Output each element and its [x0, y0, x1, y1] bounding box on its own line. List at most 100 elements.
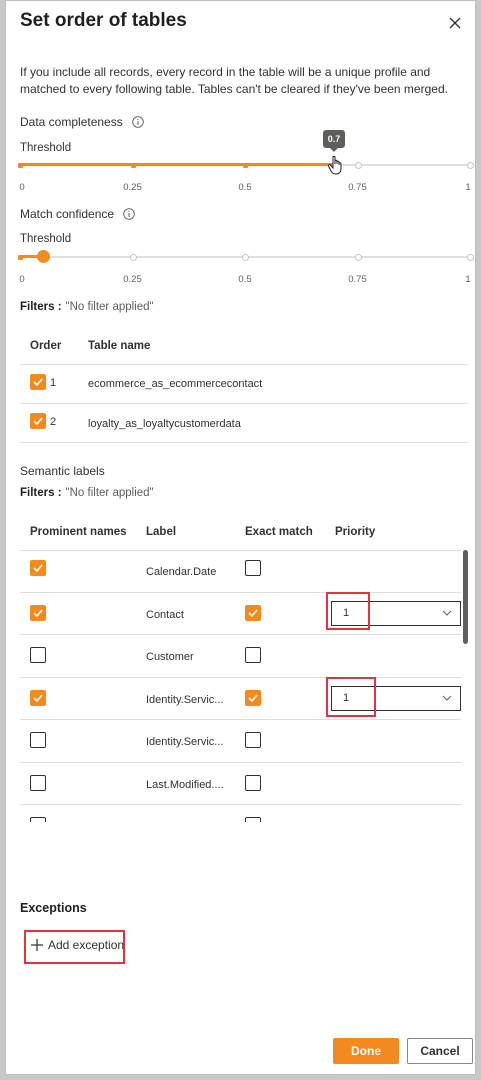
semantic-labels-heading: Semantic labels [20, 464, 105, 478]
slider-tick [18, 163, 23, 168]
semantic-row: Identity.Servic... [6, 720, 461, 763]
semantic-row: Last.Modified.... [6, 763, 461, 805]
semantic-label: Last.Modified.... [146, 778, 224, 791]
slider-tick-label: 0.25 [123, 182, 142, 193]
prominent-checkbox[interactable] [30, 647, 46, 663]
column-header-prominent-names: Prominent names [30, 526, 127, 538]
exact-match-checkbox[interactable] [245, 689, 261, 706]
semantic-row: Location.City [6, 805, 461, 822]
dialog: Set order of tables If you include all r… [5, 0, 476, 1075]
table-row-checkbox[interactable] [30, 374, 46, 390]
prominent-checkbox[interactable] [30, 560, 46, 576]
table-row-order: 2 [50, 416, 57, 428]
divider [20, 442, 468, 443]
priority-value: 1 [343, 691, 350, 704]
slider-tick-label: 0 [19, 274, 25, 285]
exact-match-checkbox[interactable] [245, 774, 261, 791]
filter-value: "No filter applied" [65, 301, 154, 313]
info-icon[interactable] [132, 116, 144, 128]
semantic-label: Customer [146, 651, 194, 663]
slider-tick-label: 1 [465, 274, 471, 285]
dialog-title: Set order of tables [20, 10, 187, 31]
exact-match-checkbox[interactable] [245, 647, 261, 663]
prominent-checkbox[interactable] [30, 732, 46, 748]
slider-fill [20, 163, 335, 166]
info-icon[interactable] [123, 208, 136, 220]
semantic-row: Contact 1 [6, 593, 461, 635]
slider-tick-label: 0.75 [348, 182, 367, 193]
slider-tick [242, 254, 249, 261]
table-row-order: 1 [50, 377, 57, 389]
slider-tick [354, 162, 362, 169]
match-confidence-tick-labels: 0 0.25 0.5 0.75 1 [19, 274, 476, 286]
table-row-checkbox[interactable] [30, 413, 46, 429]
slider-thumb[interactable] [36, 250, 50, 263]
match-confidence-title: Match confidence [20, 207, 115, 221]
exact-match-checkbox[interactable] [245, 817, 261, 822]
exact-match-checkbox[interactable] [245, 560, 261, 576]
match-confidence-threshold-label: Threshold [20, 233, 72, 245]
priority-value: 1 [343, 606, 350, 619]
add-exception-button[interactable]: Add exception [30, 938, 124, 958]
semantic-label: Calendar.Date [146, 566, 217, 578]
column-header-order: Order [30, 340, 62, 352]
prominent-checkbox[interactable] [30, 604, 46, 621]
close-icon [449, 17, 461, 29]
column-header-label: Label [146, 526, 177, 538]
priority-select[interactable]: 1 [331, 685, 461, 711]
scrollbar-thumb[interactable] [463, 550, 468, 644]
slider-tick-label: 0 [19, 182, 25, 193]
column-header-exact-match: Exact match [245, 526, 313, 538]
data-completeness-label: Data completeness [20, 115, 144, 129]
filter-label: Filters : [20, 301, 62, 313]
match-confidence-slider[interactable] [18, 247, 474, 267]
add-exception-label: Add exception [48, 938, 125, 952]
slider-tick [18, 255, 23, 260]
slider-tick-label: 1 [465, 182, 471, 193]
dialog-description: If you include all records, every record… [20, 65, 448, 96]
semantic-filter: Filters : "No filter applied" [20, 487, 154, 499]
data-completeness-slider[interactable] [18, 155, 474, 175]
data-completeness-tick-labels: 0 0.25 0.5 0.75 1 [19, 182, 476, 194]
semantic-label: Contact [146, 608, 184, 621]
slider-value-tooltip: 0.7 [323, 130, 345, 152]
slider-tick [467, 254, 474, 261]
semantic-labels-list: Calendar.Date Contact 1 Customer Identity.Se… [6, 550, 461, 822]
data-completeness-threshold-label: Threshold [20, 142, 72, 154]
prominent-checkbox[interactable] [30, 774, 46, 791]
slider-tick [243, 163, 248, 168]
priority-select[interactable]: 1 [331, 600, 461, 626]
slider-tick [354, 254, 362, 261]
tables-filter: Filters : "No filter applied" [20, 301, 154, 313]
exact-match-checkbox[interactable] [245, 604, 261, 621]
close-button[interactable] [444, 12, 466, 34]
column-header-priority: Priority [335, 526, 376, 538]
plus-icon [31, 939, 43, 951]
exceptions-heading: Exceptions [20, 901, 87, 915]
filter-value: "No filter applied" [65, 487, 154, 499]
table-row-name: loyalty_as_loyaltycustomerdata [88, 418, 241, 430]
done-button[interactable]: Done [333, 1038, 399, 1064]
slider-tick-label: 0.5 [238, 182, 252, 193]
hand-cursor-icon [327, 155, 342, 175]
divider [20, 364, 468, 365]
column-header-table-name: Table name [88, 340, 151, 352]
data-completeness-title: Data completeness [20, 115, 123, 129]
semantic-label: Location.City [146, 821, 210, 822]
table-row-name: ecommerce_as_ecommercecontact [88, 378, 263, 390]
divider [20, 403, 468, 404]
semantic-row: Calendar.Date [6, 550, 461, 593]
exact-match-checkbox[interactable] [245, 732, 261, 748]
slider-tick-label: 0.75 [348, 274, 367, 285]
prominent-checkbox[interactable] [30, 817, 46, 822]
semantic-label: Identity.Servic... [146, 693, 224, 706]
semantic-label: Identity.Servic... [146, 736, 224, 748]
chevron-down-icon [442, 610, 452, 616]
slider-tick-label: 0.25 [123, 274, 142, 285]
cancel-button[interactable]: Cancel [407, 1038, 473, 1064]
prominent-checkbox[interactable] [30, 689, 46, 706]
semantic-row: Customer [6, 635, 461, 678]
slider-tick [130, 163, 136, 168]
slider-tick-label: 0.5 [238, 274, 252, 285]
match-confidence-label: Match confidence [20, 207, 136, 221]
